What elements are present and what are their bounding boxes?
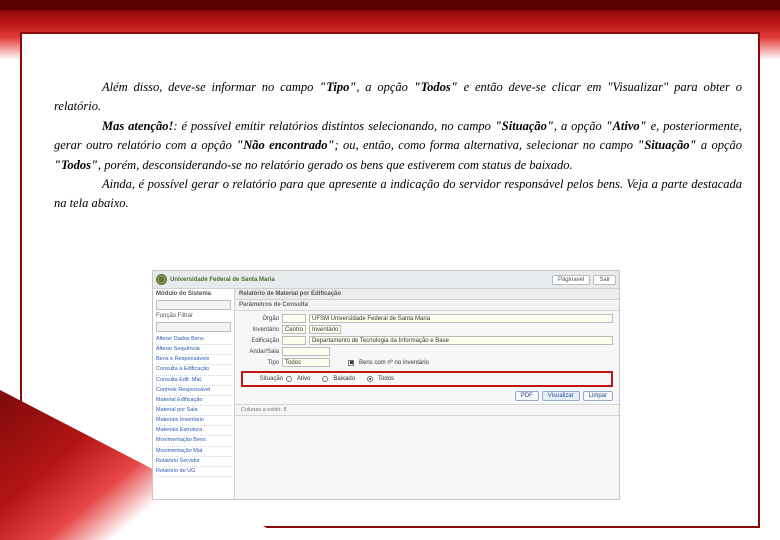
- sidebar: Módulo do Sistema Função Filtrar Alterar…: [153, 289, 235, 499]
- filter-select[interactable]: [156, 322, 231, 332]
- sidebar-link[interactable]: Relatório de UG: [156, 467, 231, 477]
- sidebar-header: Módulo do Sistema: [156, 291, 231, 297]
- module-select[interactable]: [156, 300, 231, 310]
- logo-icon: [156, 274, 167, 285]
- highlighted-area: Situação Ativo Baixado Todos: [241, 371, 613, 387]
- bens-checkbox[interactable]: [348, 360, 354, 366]
- radio-baixado[interactable]: [322, 376, 328, 382]
- sidebar-link[interactable]: Relatório Servidor: [156, 457, 231, 467]
- exit-button[interactable]: Sair: [593, 275, 616, 285]
- sidebar-link[interactable]: Alterar Dados Bens: [156, 335, 231, 345]
- tipo-select[interactable]: Todos: [282, 358, 330, 367]
- panel-title: Relatório de Material por Edificação: [235, 289, 619, 300]
- app-header: Universidade Federal de Santa Maria Pági…: [153, 271, 619, 289]
- sidebar-link[interactable]: Material Edificação: [156, 396, 231, 406]
- sidebar-link[interactable]: Bens e Responsáveis: [156, 355, 231, 365]
- paragraph-3: Ainda, é possível gerar o relatório para…: [54, 175, 742, 214]
- sidebar-link[interactable]: Material por Sala: [156, 406, 231, 416]
- sidebar-link[interactable]: Consulta Edif. Mat.: [156, 376, 231, 386]
- orgao-value: UFSM Universidade Federal de Santa Maria: [309, 314, 613, 323]
- panel-subtitle: Parâmetros de Consulta: [235, 300, 619, 311]
- main-panel: Relatório de Material por Edificação Par…: [235, 289, 619, 499]
- edif-value: Departamento de Tecnologia da Informação…: [309, 336, 613, 345]
- visualizar-button[interactable]: Visualizar: [542, 391, 580, 401]
- sidebar-link[interactable]: Controle Responsável: [156, 386, 231, 396]
- limpar-button[interactable]: Limpar: [583, 391, 613, 401]
- paragraph-2: Mas atenção!: é possível emitir relatóri…: [54, 117, 742, 175]
- org-name: Universidade Federal de Santa Maria: [170, 277, 549, 283]
- inv-inventario[interactable]: Inventário: [309, 325, 341, 334]
- andar-input[interactable]: [282, 347, 330, 356]
- sidebar-link[interactable]: Movimentação Bens: [156, 436, 231, 446]
- edif-input[interactable]: [282, 336, 306, 345]
- sidebar-link[interactable]: Materiais Estrutura: [156, 426, 231, 436]
- inv-centro[interactable]: Centro: [282, 325, 306, 334]
- sidebar-link[interactable]: Alterar Sequência: [156, 345, 231, 355]
- sidebar-link[interactable]: Consulta à Edificação: [156, 365, 231, 375]
- radio-ativo[interactable]: [286, 376, 292, 382]
- printable-button[interactable]: Páginavel: [552, 275, 590, 285]
- pdf-button[interactable]: PDF: [515, 391, 539, 401]
- orgao-input[interactable]: [282, 314, 306, 323]
- embedded-screenshot: Universidade Federal de Santa Maria Pági…: [152, 270, 620, 500]
- paragraph-1: Além disso, deve-se informar no campo "T…: [54, 78, 742, 117]
- form: ÓrgãoUFSM Universidade Federal de Santa …: [235, 311, 619, 404]
- sidebar-filter: Função Filtrar: [156, 313, 231, 319]
- body-text: Além disso, deve-se informar no campo "T…: [54, 78, 742, 214]
- radio-todos[interactable]: [367, 376, 373, 382]
- columns-note: Colunas a exibir: 8: [235, 404, 619, 416]
- sidebar-link[interactable]: Movimentação Mat.: [156, 447, 231, 457]
- sidebar-link[interactable]: Materiais Inventário: [156, 416, 231, 426]
